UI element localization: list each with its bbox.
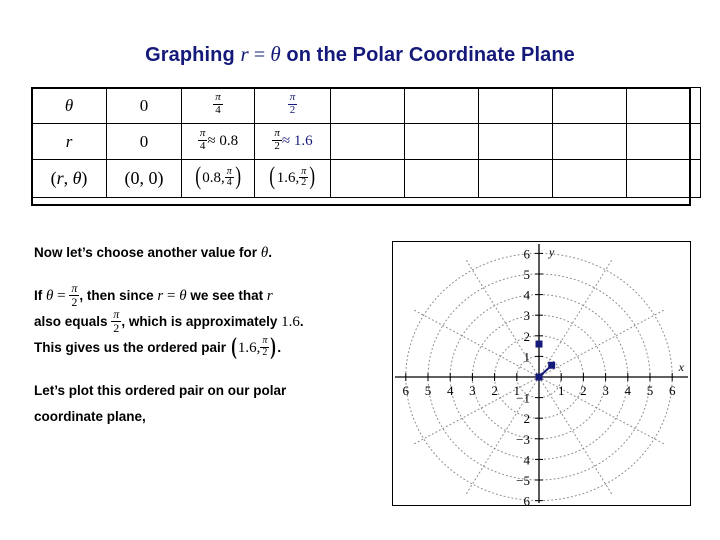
table-cell-pair-origin: (0, 0) bbox=[106, 159, 182, 198]
table-row-label-r: r bbox=[31, 123, 107, 160]
table-cell-pair-empty-1 bbox=[330, 159, 405, 198]
svg-text:2: 2 bbox=[524, 411, 531, 426]
svg-text:6: 6 bbox=[403, 383, 410, 398]
svg-text:x: x bbox=[678, 360, 685, 374]
r-symbol: r bbox=[65, 131, 73, 151]
title-var-r: r bbox=[240, 42, 249, 66]
table-cell-pair-empty-3 bbox=[478, 159, 553, 198]
svg-text:−5: −5 bbox=[516, 473, 530, 488]
svg-text:1: 1 bbox=[558, 383, 565, 398]
table-cell-pair-empty-2 bbox=[404, 159, 479, 198]
text-line-1: Now let’s choose another value for θ. bbox=[34, 245, 272, 261]
table-cell-r-empty-3 bbox=[478, 123, 553, 160]
explanation-text: Now let’s choose another value for θ. If… bbox=[34, 240, 384, 430]
title-equals: = bbox=[248, 44, 271, 66]
polar-values-table: θ 0 π4 π2 r 0 π 4 ≈ 0.8 π 2 ≈ 1.6 (r, θ)… bbox=[31, 87, 701, 198]
svg-text:y: y bbox=[548, 245, 555, 259]
svg-text:1: 1 bbox=[524, 349, 531, 364]
table-cell-theta-empty-4 bbox=[552, 87, 627, 124]
table-row-r: r 0 π 4 ≈ 0.8 π 2 ≈ 1.6 bbox=[31, 123, 701, 160]
title-prefix: Graphing bbox=[145, 44, 241, 66]
text-line-5: Let’s plot this ordered pair on our pola… bbox=[34, 383, 287, 398]
paragraph-spacer-2 bbox=[34, 361, 384, 378]
table-cell-theta-empty-2 bbox=[404, 87, 479, 124]
theta-symbol: θ bbox=[64, 95, 74, 115]
polar-coordinate-plane: 6 5 4 3 2 1 1 2 3 4 5 6 6 5 4 3 2 1 −1 2 −3 4 −5 6 y x bbox=[392, 241, 691, 506]
table-cell-r-empty-1 bbox=[330, 123, 405, 160]
svg-text:4: 4 bbox=[524, 452, 531, 467]
svg-text:4: 4 bbox=[524, 288, 531, 303]
table-cell-pair-empty-5 bbox=[626, 159, 701, 198]
table-cell-theta-0: 0 bbox=[106, 87, 182, 124]
polar-plot-svg: 6 5 4 3 2 1 1 2 3 4 5 6654321−12−34−56yx bbox=[395, 244, 688, 505]
table-row-theta: θ 0 π4 π2 bbox=[31, 87, 701, 124]
approx-value-pi4: ≈ 0.8 bbox=[207, 133, 239, 150]
svg-text:5: 5 bbox=[524, 267, 531, 282]
table-cell-theta-empty-5 bbox=[626, 87, 701, 124]
svg-text:2: 2 bbox=[580, 383, 587, 398]
approx-value-pi2: ≈ 1.6 bbox=[281, 133, 313, 150]
svg-text:4: 4 bbox=[625, 383, 632, 398]
table-cell-r-pi4: π 4 ≈ 0.8 bbox=[181, 123, 255, 160]
page-title: Graphing r = θ on the Polar Coordinate P… bbox=[0, 42, 720, 67]
text-line-6: coordinate plane, bbox=[34, 409, 146, 424]
table-row-label-theta: θ bbox=[31, 87, 107, 124]
table-row-label-ordered-pair: ((r, θ)r, θ) bbox=[31, 159, 107, 198]
svg-text:−3: −3 bbox=[516, 432, 530, 447]
paragraph-spacer-1 bbox=[34, 266, 384, 283]
table-cell-pair-pi4: (0.8, π 4) bbox=[181, 159, 255, 198]
table-cell-theta-empty-1 bbox=[330, 87, 405, 124]
table-cell-r-0: 0 bbox=[106, 123, 182, 160]
table-cell-pair-empty-4 bbox=[552, 159, 627, 198]
text-line-4: This gives us the ordered pair (1.6, π 2). bbox=[34, 333, 282, 360]
svg-text:5: 5 bbox=[425, 383, 432, 398]
svg-text:6: 6 bbox=[524, 494, 531, 505]
table-cell-theta-empty-3 bbox=[478, 87, 553, 124]
theta-inline-3: θ bbox=[179, 288, 187, 304]
svg-text:5: 5 bbox=[647, 383, 654, 398]
table-cell-pair-pi2: (1.6, π 2) bbox=[254, 159, 331, 198]
r-inline-2: r bbox=[266, 288, 273, 304]
table-cell-theta-pi2: π2 bbox=[254, 87, 331, 124]
table-cell-r-empty-4 bbox=[552, 123, 627, 160]
title-var-theta: θ bbox=[270, 42, 281, 66]
svg-text:2: 2 bbox=[524, 329, 531, 344]
svg-text:2: 2 bbox=[491, 383, 498, 398]
svg-text:3: 3 bbox=[602, 383, 609, 398]
table-row-ordered-pair: ((r, θ)r, θ) (0, 0) (0.8,π4) (1.6,π2) bbox=[31, 159, 701, 198]
svg-text:3: 3 bbox=[524, 308, 531, 323]
svg-text:−1: −1 bbox=[516, 391, 530, 406]
text-line-3: also equals π2, which is approximately 1… bbox=[34, 307, 304, 335]
text-line-2: If θ = π2, then since r = θ we see that … bbox=[34, 281, 273, 309]
table-cell-theta-pi4: π4 bbox=[181, 87, 255, 124]
approx-16: 1.6 bbox=[281, 314, 300, 330]
svg-text:4: 4 bbox=[447, 383, 454, 398]
svg-text:3: 3 bbox=[469, 383, 476, 398]
table-cell-r-empty-2 bbox=[404, 123, 479, 160]
table-cell-r-pi2: π 2 ≈ 1.6 bbox=[254, 123, 331, 160]
table-cell-r-empty-5 bbox=[626, 123, 701, 160]
svg-text:6: 6 bbox=[524, 246, 531, 261]
title-suffix: on the Polar Coordinate Plane bbox=[280, 44, 575, 66]
svg-text:6: 6 bbox=[669, 383, 676, 398]
